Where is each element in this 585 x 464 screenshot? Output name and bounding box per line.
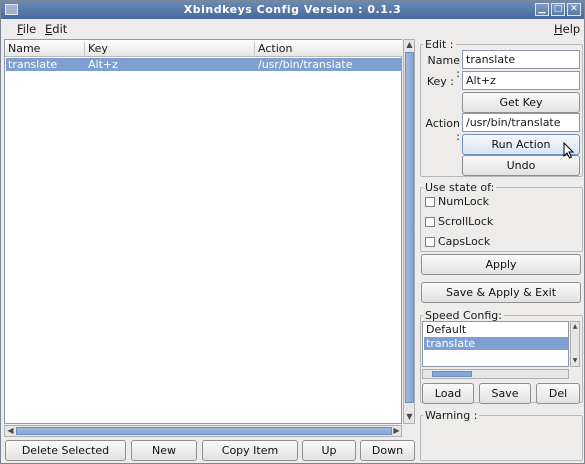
warning-title: Warning : <box>423 409 480 422</box>
edit-group-title: Edit : <box>423 38 456 51</box>
get-key-button[interactable]: Get Key <box>462 92 580 113</box>
column-header-action[interactable]: Action <box>258 42 292 55</box>
list-item[interactable]: translate <box>424 337 568 350</box>
scroll-right-icon[interactable]: ▶ <box>392 426 401 436</box>
main-window: Xbindkeys Config Version : 0.1.3 ▁ □ ✕ F… <box>0 0 585 464</box>
action-label: Action : <box>425 117 460 143</box>
title-bar[interactable]: Xbindkeys Config Version : 0.1.3 ▁ □ ✕ <box>1 1 584 19</box>
list-item[interactable]: Default <box>424 323 568 336</box>
column-header-name[interactable]: Name <box>8 42 40 55</box>
mouse-cursor-icon <box>563 142 575 159</box>
table-header: Name Key Action <box>5 40 402 57</box>
capslock-label[interactable]: CapsLock <box>438 235 490 248</box>
maximize-button[interactable]: □ <box>551 3 565 16</box>
column-divider[interactable] <box>254 42 255 55</box>
minimize-button[interactable]: ▁ <box>535 3 549 16</box>
scroll-down-icon[interactable]: ▼ <box>405 412 414 422</box>
menu-bar: File Edit Help <box>1 19 584 38</box>
state-group-title: Use state of: <box>423 181 497 194</box>
name-input[interactable]: translate <box>462 50 580 69</box>
save-button[interactable]: Save <box>479 383 531 404</box>
del-button[interactable]: Del <box>536 383 580 404</box>
scroll-thumb[interactable] <box>16 427 392 435</box>
window-title: Xbindkeys Config Version : 0.1.3 <box>183 3 402 16</box>
action-input[interactable]: /usr/bin/translate <box>462 113 580 132</box>
speed-config-list[interactable]: Default translate <box>422 321 569 367</box>
down-button[interactable]: Down <box>360 440 415 461</box>
scroll-thumb[interactable] <box>432 371 472 377</box>
scrolllock-label[interactable]: ScrollLock <box>438 215 493 228</box>
scroll-up-icon[interactable]: ▲ <box>405 40 414 50</box>
new-button[interactable]: New <box>131 440 197 461</box>
scroll-up-icon[interactable]: ▲ <box>571 322 579 332</box>
column-divider[interactable] <box>84 42 85 55</box>
close-button[interactable]: ✕ <box>567 3 581 16</box>
apply-button[interactable]: Apply <box>421 254 581 275</box>
key-input[interactable]: Alt+z <box>462 71 580 90</box>
warning-group: Warning : <box>420 409 583 461</box>
menu-help-accel: H <box>554 22 563 36</box>
save-apply-exit-button[interactable]: Save & Apply & Exit <box>421 282 581 303</box>
table-horizontal-scrollbar[interactable]: ◀ ▶ <box>4 425 402 437</box>
copy-item-button[interactable]: Copy Item <box>202 440 298 461</box>
capslock-checkbox[interactable] <box>425 237 435 247</box>
speed-list-vertical-scrollbar[interactable]: ▲ ▼ <box>570 321 580 367</box>
menu-edit-label: dit <box>52 22 68 36</box>
up-button[interactable]: Up <box>302 440 356 461</box>
key-label: Key : <box>426 75 454 88</box>
numlock-label[interactable]: NumLock <box>438 195 489 208</box>
speed-list-horizontal-scrollbar[interactable] <box>422 369 569 379</box>
table-row[interactable]: translate Alt+z /usr/bin/translate <box>6 58 402 71</box>
delete-selected-button[interactable]: Delete Selected <box>5 440 126 461</box>
cell-key: Alt+z <box>88 58 118 71</box>
menu-file[interactable]: File <box>17 22 36 36</box>
menu-help-label: elp <box>562 22 581 36</box>
numlock-checkbox[interactable] <box>425 197 435 207</box>
scroll-left-icon[interactable]: ◀ <box>6 426 15 436</box>
splitter-grip-icon[interactable]: ⋮ <box>407 226 415 236</box>
load-button[interactable]: Load <box>422 383 474 404</box>
scroll-down-icon[interactable]: ▼ <box>571 356 579 366</box>
menu-help[interactable]: Help <box>554 22 580 36</box>
close-icon: ✕ <box>570 4 578 14</box>
menu-file-label: ile <box>22 22 37 36</box>
scrolllock-checkbox[interactable] <box>425 217 435 227</box>
cell-name: translate <box>8 58 58 71</box>
menu-edit[interactable]: Edit <box>45 22 67 36</box>
column-header-key[interactable]: Key <box>88 42 108 55</box>
cell-action: /usr/bin/translate <box>258 58 353 71</box>
minimize-icon: ▁ <box>538 4 546 14</box>
maximize-icon: □ <box>553 4 563 14</box>
bindings-table[interactable]: Name Key Action translate Alt+z /usr/bin… <box>4 39 402 424</box>
